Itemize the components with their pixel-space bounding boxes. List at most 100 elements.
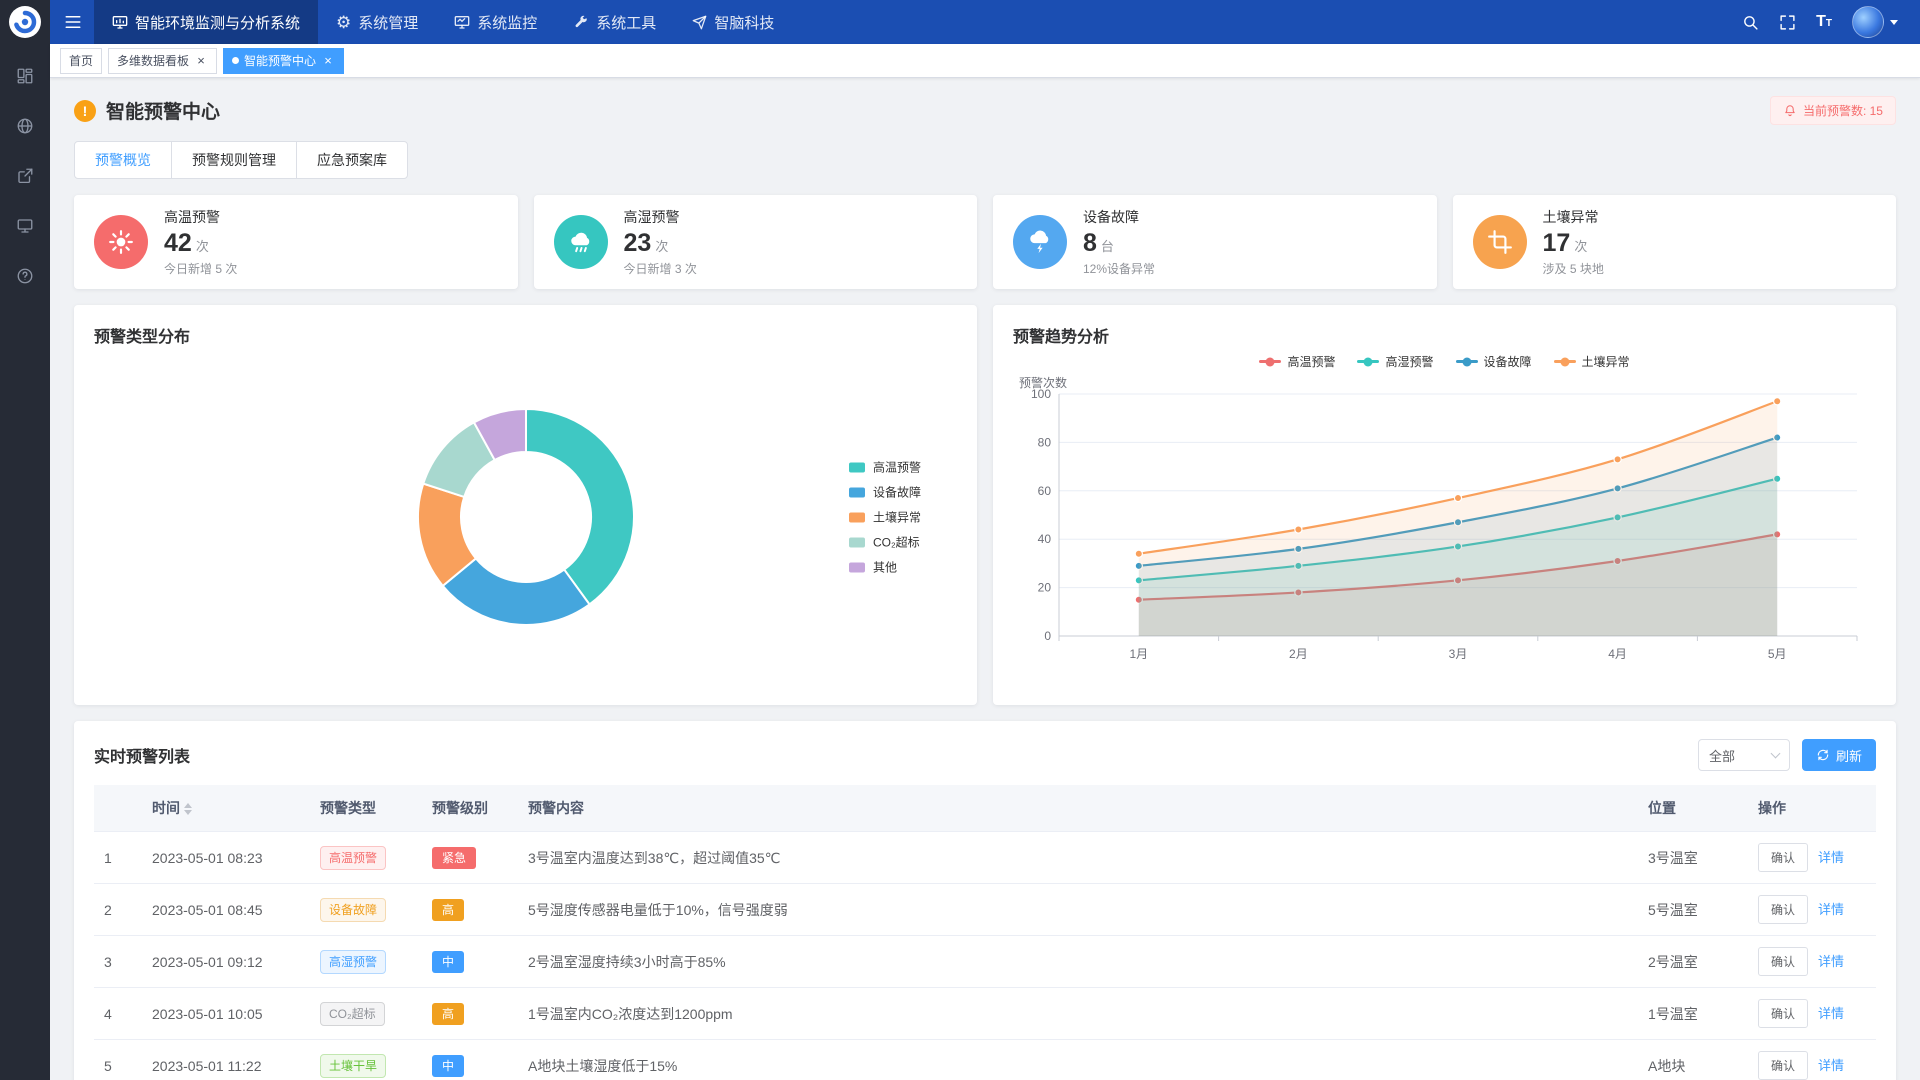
cell-type: 高温预警 bbox=[310, 832, 422, 884]
table-header-row: 时间 预警类型 预警级别 预警内容 位置 操作 bbox=[94, 785, 1876, 832]
cell-level: 中 bbox=[422, 936, 518, 988]
column-label: 时间 bbox=[152, 800, 180, 816]
tag-label: 智能预警中心 bbox=[244, 52, 316, 69]
tag-label: 多维数据看板 bbox=[117, 52, 189, 69]
close-icon[interactable]: × bbox=[321, 54, 335, 68]
cell-type: 设备故障 bbox=[310, 884, 422, 936]
stat-title: 土壤异常 bbox=[1543, 207, 1604, 227]
cell-time: 2023-05-01 09:12 bbox=[142, 936, 310, 988]
legend-item[interactable]: CO₂超标 bbox=[849, 534, 921, 551]
legend-item[interactable]: 高温预警 bbox=[1259, 353, 1335, 370]
list-header: 实时预警列表 全部 刷新 bbox=[94, 739, 1876, 771]
nav-item-system-admin[interactable]: ⚙ 系统管理 bbox=[318, 0, 436, 44]
legend-item[interactable]: 设备故障 bbox=[849, 484, 921, 501]
avatar[interactable] bbox=[1852, 6, 1898, 38]
nav-item-label: 系统管理 bbox=[358, 12, 418, 33]
nav-menu: 智能环境监测与分析系统 ⚙ 系统管理 系统监控 bbox=[94, 0, 792, 44]
level-badge: 中 bbox=[432, 1055, 464, 1077]
confirm-button[interactable]: 确认 bbox=[1758, 947, 1808, 976]
legend-item[interactable]: 高湿预警 bbox=[1357, 353, 1433, 370]
confirm-button[interactable]: 确认 bbox=[1758, 999, 1808, 1028]
column-time-sortable[interactable]: 时间 bbox=[142, 785, 310, 832]
font-size-icon[interactable]: TT bbox=[1816, 14, 1832, 30]
stat-unit: 次 bbox=[1574, 239, 1587, 254]
cell-index: 5 bbox=[94, 1040, 142, 1080]
board-icon[interactable] bbox=[16, 217, 34, 235]
cell-type: 土壤干旱 bbox=[310, 1040, 422, 1080]
confirm-button[interactable]: 确认 bbox=[1758, 895, 1808, 924]
cell-content: 2号温室湿度持续3小时高于85% bbox=[518, 936, 1638, 988]
nav-item-brand[interactable]: 智脑科技 bbox=[674, 0, 792, 44]
search-icon[interactable] bbox=[1742, 14, 1759, 31]
svg-text:1月: 1月 bbox=[1129, 647, 1148, 661]
confirm-button[interactable]: 确认 bbox=[1758, 1051, 1808, 1080]
tag-multidim-dashboard[interactable]: 多维数据看板 × bbox=[108, 48, 217, 74]
close-icon[interactable]: × bbox=[194, 54, 208, 68]
nav-item-system-home[interactable]: 智能环境监测与分析系统 bbox=[94, 0, 318, 44]
level-badge: 高 bbox=[432, 899, 464, 921]
sidebar bbox=[0, 0, 50, 1080]
menu-fold-icon[interactable] bbox=[50, 13, 94, 31]
filter-select[interactable]: 全部 bbox=[1698, 739, 1790, 771]
chart-title: 预警趋势分析 bbox=[1013, 323, 1876, 347]
panel-icon[interactable] bbox=[16, 67, 34, 85]
legend-item[interactable]: 土壤异常 bbox=[849, 509, 921, 526]
detail-link[interactable]: 详情 bbox=[1818, 1006, 1844, 1021]
top-navbar: 智能环境监测与分析系统 ⚙ 系统管理 系统监控 bbox=[50, 0, 1920, 44]
sidebar-icon-list bbox=[16, 67, 34, 285]
cloud-rain-icon bbox=[554, 215, 608, 269]
svg-text:4月: 4月 bbox=[1608, 647, 1627, 661]
detail-link[interactable]: 详情 bbox=[1818, 954, 1844, 969]
navbar-right-tools: TT bbox=[1742, 6, 1920, 38]
column-location: 位置 bbox=[1638, 785, 1748, 832]
app-logo bbox=[8, 5, 42, 39]
globe-icon[interactable] bbox=[16, 117, 34, 135]
help-icon[interactable] bbox=[16, 267, 34, 285]
confirm-button[interactable]: 确认 bbox=[1758, 843, 1808, 872]
refresh-button[interactable]: 刷新 bbox=[1802, 739, 1876, 771]
sort-caret-icon[interactable] bbox=[184, 803, 192, 815]
legend-swatch bbox=[849, 512, 865, 522]
type-tag: CO₂超标 bbox=[320, 1002, 385, 1026]
fullscreen-icon[interactable] bbox=[1779, 14, 1796, 31]
stat-unit: 次 bbox=[196, 239, 209, 254]
legend-swatch bbox=[849, 562, 865, 572]
level-badge: 中 bbox=[432, 951, 464, 973]
tag-warning-center[interactable]: 智能预警中心 × bbox=[223, 48, 344, 74]
legend-marker bbox=[1357, 360, 1379, 363]
detail-link[interactable]: 详情 bbox=[1818, 850, 1844, 865]
table-row: 12023-05-01 08:23高温预警紧急3号温室内温度达到38℃，超过阈值… bbox=[94, 832, 1876, 884]
svg-text:5月: 5月 bbox=[1768, 647, 1787, 661]
filter-select-value: 全部 bbox=[1709, 746, 1735, 765]
stat-card-high-humidity: 高湿预警 23次 今日新增 3 次 bbox=[534, 195, 978, 289]
svg-text:40: 40 bbox=[1038, 532, 1052, 546]
stat-subtitle: 涉及 5 块地 bbox=[1543, 260, 1604, 277]
tab-plans[interactable]: 应急预案库 bbox=[296, 141, 408, 179]
cell-level: 高 bbox=[422, 988, 518, 1040]
crop-icon bbox=[1473, 215, 1527, 269]
tab-overview[interactable]: 预警概览 bbox=[74, 141, 172, 179]
cell-content: 1号温室内CO₂浓度达到1200ppm bbox=[518, 988, 1638, 1040]
legend-item[interactable]: 设备故障 bbox=[1456, 353, 1532, 370]
cell-time: 2023-05-01 11:22 bbox=[142, 1040, 310, 1080]
legend-label: 高湿预警 bbox=[1385, 353, 1433, 370]
external-link-icon[interactable] bbox=[16, 167, 34, 185]
legend-label: 土壤异常 bbox=[1582, 353, 1630, 370]
caret-down-icon bbox=[1890, 20, 1898, 25]
legend-item[interactable]: 其他 bbox=[849, 559, 921, 576]
detail-link[interactable]: 详情 bbox=[1818, 902, 1844, 917]
legend-item[interactable]: 高温预警 bbox=[849, 459, 921, 476]
page-header: ! 智能预警中心 当前预警数: 15 bbox=[74, 96, 1896, 125]
nav-item-system-tools[interactable]: 系统工具 bbox=[555, 0, 674, 44]
tag-home[interactable]: 首页 bbox=[60, 48, 102, 74]
send-icon bbox=[692, 15, 707, 30]
legend-item[interactable]: 土壤异常 bbox=[1554, 353, 1630, 370]
nav-item-system-monitor[interactable]: 系统监控 bbox=[436, 0, 555, 44]
type-tag: 土壤干旱 bbox=[320, 1054, 386, 1078]
cell-index: 3 bbox=[94, 936, 142, 988]
cell-actions: 确认详情 bbox=[1748, 884, 1876, 936]
detail-link[interactable]: 详情 bbox=[1818, 1058, 1844, 1073]
tab-rules[interactable]: 预警规则管理 bbox=[171, 141, 297, 179]
column-content: 预警内容 bbox=[518, 785, 1638, 832]
trend-chart-card: 预警趋势分析 高温预警 高湿预警 设备故障 土壤异常 020406080100预… bbox=[993, 305, 1896, 705]
